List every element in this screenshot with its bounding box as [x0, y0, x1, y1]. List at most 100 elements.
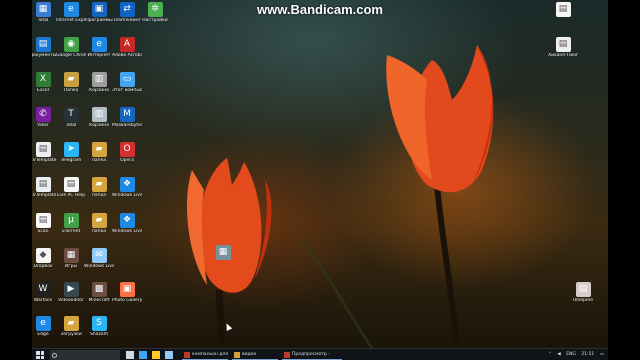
desktop-icon-label: Internet Explorer [56, 18, 86, 23]
desktop-icon-label: Viber [37, 123, 49, 128]
desktop-icon[interactable]: e Edge [32, 316, 58, 337]
desktop-icon[interactable]: ▰ папка [84, 142, 114, 163]
folder-icon: ▰ [91, 213, 107, 228]
excel-icon: X [35, 72, 51, 87]
desktop-icon-label: Dropbox [33, 264, 53, 269]
explorer-icon[interactable] [152, 351, 160, 359]
desktop-icon[interactable]: T Total [56, 107, 86, 128]
desktop-icon[interactable]: ▤ [548, 2, 578, 18]
desktop-icon[interactable]: S Shazam [84, 316, 114, 337]
desktop[interactable]: ▦TotaleInternet Explorer▣Программы⇄TeamV… [32, 0, 608, 348]
desktop-icon[interactable]: ➤ Telegram [56, 142, 86, 163]
desktop-icon-label: Videoeditor [58, 298, 84, 303]
desktop-icon[interactable]: ▤ Scan [32, 213, 58, 234]
notification-icon[interactable]: ▭ [600, 352, 604, 357]
system-tray: ⌃ ◀ ENG 21:51 ▭ [544, 349, 604, 360]
desktop-icon[interactable]: ▰ Загрузки [56, 316, 86, 337]
desktop-icon[interactable]: ▤ CVTemplate [32, 177, 58, 198]
taskbar-window-button[interactable]: видео [232, 350, 278, 360]
desktop-icon[interactable]: A Adobe Acrobat [112, 37, 142, 58]
document-icon: ▤ [35, 142, 51, 157]
desktop-icon[interactable]: O Opera [112, 142, 142, 163]
desktop-icon-label: папка [91, 193, 107, 198]
desktop-icon[interactable]: ▥ Корзина [84, 107, 114, 128]
tray-chevron-icon[interactable]: ⌃ [548, 352, 552, 357]
desktop-icon[interactable]: ❖ Windows Live [112, 177, 142, 198]
taskbar-window-button[interactable]: компаньон для видео... [182, 350, 228, 360]
taskbar-window-label: видео [242, 352, 257, 357]
desktop-icon[interactable]: ◉Google Chrome [56, 37, 86, 58]
edge-icon[interactable] [139, 351, 147, 359]
desktop-icon-label: Malwarebytes [112, 123, 142, 128]
document-icon: ▤ [35, 37, 51, 52]
start-button[interactable] [36, 351, 44, 359]
mail-icon: ✉ [91, 248, 107, 263]
desktop-icon[interactable]: ▣ Photo Gallery [112, 282, 142, 303]
taskbar-window-button[interactable]: Предпросмотр - Рем... [282, 350, 342, 360]
desktop-icon[interactable]: ▦ Total [32, 2, 58, 23]
windows-live-icon: ❖ [119, 177, 135, 192]
desktop-icon[interactable]: ⇄ TeamViewer [112, 2, 142, 23]
desktop-icon-label: Telegram [60, 158, 82, 163]
desktop-icon-label: Excel [37, 88, 49, 93]
windows-live-icon: ❖ [119, 213, 135, 228]
computer-icon: ▭ [119, 72, 135, 87]
desktop-icon[interactable]: ▰ папка [84, 213, 114, 234]
video-icon: ▶ [63, 282, 79, 297]
desktop-icon-label: Live PC Help [56, 193, 86, 198]
app-icon: ▣ [91, 2, 107, 17]
app-icon: T [63, 107, 79, 122]
desktop-icon[interactable]: ▤ Хиханп-Пиоги [548, 37, 578, 58]
desktop-icon[interactable]: ▰ Папка [56, 72, 86, 93]
desktop-icon[interactable]: ▦ [208, 245, 238, 261]
desktop-icon[interactable]: X Excel [32, 72, 58, 93]
taskbar-window-label: Предпросмотр - Рем... [292, 352, 330, 357]
language-indicator[interactable]: ENG [566, 352, 576, 357]
ie-icon: e [63, 2, 79, 17]
desktop-icon[interactable]: ✲ Настройки [140, 2, 170, 23]
file-icon: ▤ [555, 2, 571, 17]
desktop-icon-label: Total [37, 18, 49, 23]
desktop-icon[interactable]: ◆ Dropbox [32, 248, 58, 269]
telegram-icon: ➤ [63, 142, 79, 157]
folder-icon: ▰ [91, 177, 107, 192]
file-icon: ▤ [575, 282, 591, 297]
desktop-icon-label: Warface [33, 298, 53, 303]
desktop-icon[interactable]: M Malwarebytes [112, 107, 142, 128]
desktop-icon[interactable]: ▥ Корзина [84, 72, 114, 93]
desktop-icon[interactable]: ▤ Документы [32, 37, 58, 58]
desktop-icon[interactable]: ✆ Viber [32, 107, 58, 128]
store-icon[interactable] [165, 351, 173, 359]
desktop-icon[interactable]: ▤ Uhelpme [568, 282, 598, 303]
taskbar-search-box[interactable] [50, 350, 120, 360]
desktop-icon-label: Google Chrome [56, 53, 86, 58]
desktop-icon[interactable]: ▦ Игры [56, 248, 86, 269]
desktop-icon-label: Shazam [90, 332, 108, 337]
desktop-icon[interactable]: ▭Этот компьютер [112, 72, 142, 93]
clock[interactable]: 21:51 [581, 352, 594, 357]
desktop-icon-label: Корзина [89, 123, 109, 128]
desktop-icon[interactable]: ❖ Windows Live [112, 213, 142, 234]
desktop-icon-label: Windows Live [112, 193, 142, 198]
desktop-icon-label: Minecraft [88, 298, 110, 303]
desktop-icon[interactable]: ✉Windows Live Mail [84, 248, 114, 269]
desktop-icon[interactable]: ▣ Программы [84, 2, 114, 23]
desktop-icon[interactable]: ▩ Minecraft [84, 282, 114, 303]
desktop-icon[interactable]: W Warface [32, 282, 58, 303]
desktop-icon[interactable]: µ uTorrent [56, 213, 86, 234]
desktop-icon-label: Total [65, 123, 77, 128]
task-view-icon[interactable] [126, 351, 134, 359]
desktop-icon[interactable]: e Интернет [84, 37, 114, 58]
desktop-icon[interactable]: ▤ CVTemplate [32, 142, 58, 163]
desktop-icon[interactable]: ▶ Videoeditor [56, 282, 86, 303]
desktop-icon-label: папка [91, 229, 107, 234]
ie-icon: e [35, 316, 51, 331]
photo-icon: ▣ [119, 282, 135, 297]
recording-watermark: www.Bandicam.com [257, 2, 383, 17]
desktop-icon[interactable]: ▤ Live PC Help [56, 177, 86, 198]
desktop-icon[interactable]: ▰ папка [84, 177, 114, 198]
volume-icon[interactable]: ◀ [557, 352, 560, 357]
desktop-icon[interactable]: eInternet Explorer [56, 2, 86, 23]
desktop-icon-label: Windows Live [112, 229, 142, 234]
minecraft-icon: ▩ [91, 282, 107, 297]
